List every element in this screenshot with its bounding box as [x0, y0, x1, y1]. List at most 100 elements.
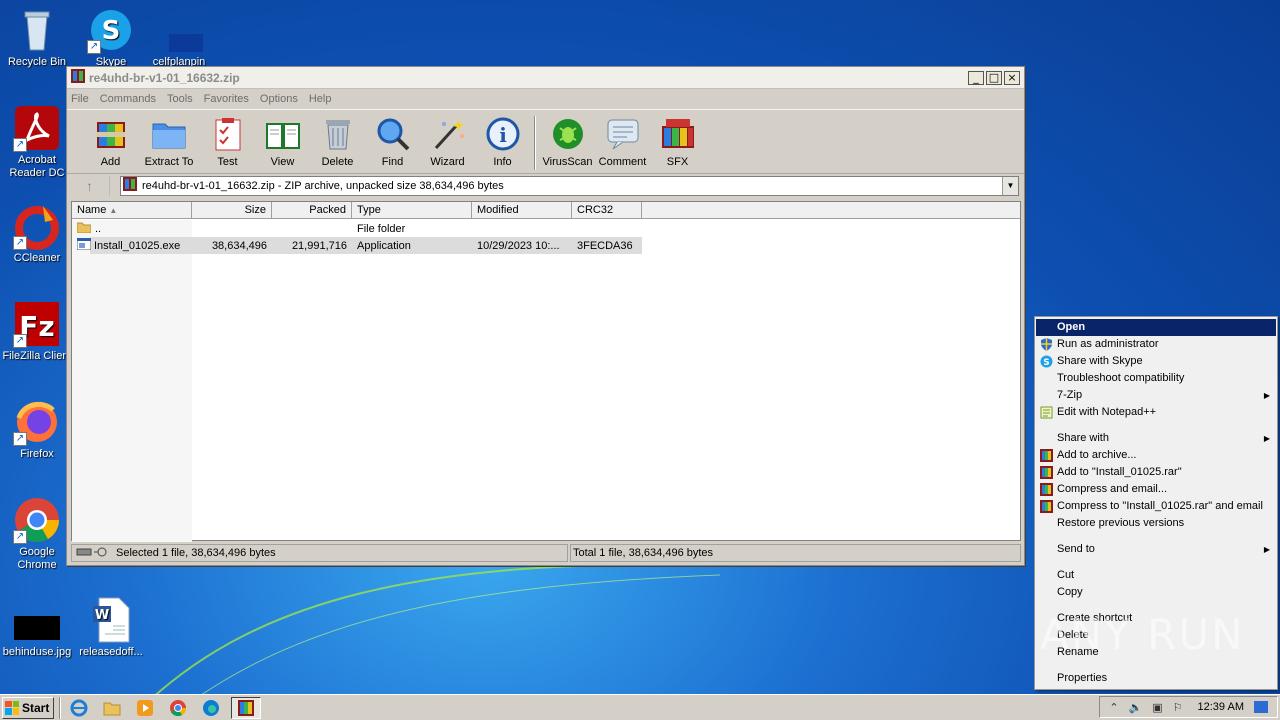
desktop-icon-releasedoff[interactable]: W releasedoff...: [74, 596, 148, 659]
path-combobox[interactable]: re4uhd-br-v1-01_16632.zip - ZIP archive,…: [120, 175, 1019, 196]
column-header-size[interactable]: Size: [192, 202, 272, 218]
ie-icon[interactable]: [66, 697, 92, 719]
firefox-icon: ↗: [13, 398, 61, 446]
chrome-icon: ↗: [13, 496, 61, 544]
winrar-small-icon: [1040, 500, 1053, 513]
svg-text:i: i: [499, 123, 507, 147]
menu-bar: File Commands Tools Favorites Options He…: [67, 89, 1024, 109]
minimize-button[interactable]: _: [968, 70, 984, 85]
explorer-icon[interactable]: [99, 697, 125, 719]
desktop-icon-ccleaner[interactable]: ↗ CCleaner: [0, 202, 74, 265]
desktop-icon-chrome[interactable]: ↗ Google Chrome: [0, 496, 74, 572]
menu-item-send-to[interactable]: Send to ▶: [1036, 541, 1276, 558]
virusscan-button[interactable]: VirusScan: [540, 116, 595, 168]
menu-item-share-with-skype[interactable]: S Share with Skype: [1036, 353, 1276, 370]
winrar-taskbar-icon[interactable]: [231, 696, 261, 719]
desktop-icon-skype[interactable]: S ↗ Skype: [74, 6, 148, 69]
toolbar-separator: [534, 116, 536, 170]
column-header-modified[interactable]: Modified: [472, 202, 572, 218]
comment-icon: [605, 116, 641, 152]
menu-item-edit-notepadpp[interactable]: Edit with Notepad++: [1036, 404, 1276, 421]
comment-button[interactable]: Comment: [595, 116, 650, 168]
flag-icon[interactable]: ⚐: [1173, 701, 1183, 714]
menu-help[interactable]: Help: [309, 93, 332, 105]
table-row-selected[interactable]: Install_01025.exe 38,634,496 21,991,716 …: [72, 237, 1020, 254]
menu-item-copy[interactable]: Copy: [1036, 584, 1276, 601]
desktop-icon-recycle-bin[interactable]: Recycle Bin: [0, 6, 74, 69]
desktop-icon-celfplanpin[interactable]: celfplanpin: [142, 6, 216, 69]
desktop-icon-firefox[interactable]: ↗ Firefox: [0, 398, 74, 461]
menu-item-run-as-admin[interactable]: Run as administrator: [1036, 336, 1276, 353]
file-list-body: .. File folder Install_01025.exe 38,634,…: [72, 220, 1020, 542]
window-titlebar[interactable]: re4uhd-br-v1-01_16632.zip _ □ ×: [67, 67, 1024, 89]
menu-item-compress-email[interactable]: Compress and email...: [1036, 481, 1276, 498]
menu-file[interactable]: File: [71, 93, 89, 105]
windows-flag-icon: [5, 700, 19, 715]
menu-item-compress-to-rar-email[interactable]: Compress to "Install_01025.rar" and emai…: [1036, 498, 1276, 515]
wizard-button[interactable]: Wizard: [420, 116, 475, 168]
notepadpp-icon: [1040, 406, 1053, 419]
column-header-crc32[interactable]: CRC32: [572, 202, 642, 218]
table-row[interactable]: .. File folder: [72, 220, 1020, 237]
desktop-icon-label: releasedoff...: [79, 646, 143, 658]
chevron-up-icon[interactable]: ⌃: [1109, 701, 1118, 714]
chevron-right-icon: ▶: [1263, 391, 1270, 400]
delete-button[interactable]: Delete: [310, 116, 365, 168]
desktop-icon-behinduse[interactable]: behinduse.jpg: [0, 604, 74, 659]
file-type: File folder: [357, 222, 406, 235]
menu-favorites[interactable]: Favorites: [204, 93, 249, 105]
menu-options[interactable]: Options: [260, 93, 298, 105]
folder-icon: [76, 221, 92, 236]
menu-tools[interactable]: Tools: [167, 93, 193, 105]
menu-commands[interactable]: Commands: [100, 93, 156, 105]
volume-icon[interactable]: 🔈: [1129, 701, 1143, 714]
svg-text:S: S: [102, 16, 121, 46]
up-arrow-icon[interactable]: ↑: [70, 175, 110, 196]
menu-item-cut[interactable]: Cut: [1036, 567, 1276, 584]
find-button[interactable]: Find: [365, 116, 420, 168]
test-button[interactable]: Test: [200, 116, 255, 168]
file-packed: 21,991,716: [291, 239, 347, 252]
media-player-icon[interactable]: [132, 697, 158, 719]
column-header-packed[interactable]: Packed: [272, 202, 352, 218]
info-button[interactable]: i Info: [475, 116, 530, 168]
menu-item-troubleshoot[interactable]: Troubleshoot compatibility: [1036, 370, 1276, 387]
find-magnifier-icon: [375, 116, 411, 152]
start-button[interactable]: Start: [2, 696, 54, 719]
extract-to-button[interactable]: Extract To: [138, 116, 200, 168]
taskbar-separator: [59, 696, 61, 719]
maximize-button[interactable]: □: [986, 70, 1002, 85]
winrar-window: re4uhd-br-v1-01_16632.zip _ □ × File Com…: [66, 66, 1025, 566]
desktop-icon-label: Recycle Bin: [7, 56, 67, 68]
file-name: ..: [95, 222, 102, 235]
show-desktop-icon[interactable]: [1254, 701, 1268, 713]
sfx-button[interactable]: SFX: [650, 116, 705, 168]
chevron-down-icon[interactable]: ▼: [1002, 176, 1018, 195]
menu-item-properties[interactable]: Properties: [1036, 670, 1276, 687]
menu-item-7zip[interactable]: 7-Zip ▶: [1036, 387, 1276, 404]
chrome-taskbar-icon[interactable]: [165, 697, 191, 719]
view-book-icon: [265, 116, 301, 152]
file-icon: [155, 6, 209, 54]
menu-item-add-to-archive[interactable]: Add to archive...: [1036, 447, 1276, 464]
clock[interactable]: 12:39 AM: [1198, 701, 1244, 713]
menu-item-open[interactable]: Open: [1036, 319, 1276, 336]
word-doc-icon: W: [87, 596, 135, 644]
network-icon[interactable]: ▣: [1152, 701, 1162, 714]
view-button[interactable]: View: [255, 116, 310, 168]
desktop-icon-acrobat[interactable]: ↗ Acrobat Reader DC: [0, 104, 74, 180]
add-button[interactable]: Add: [83, 116, 138, 168]
delete-label: Delete: [321, 156, 354, 168]
column-header-name[interactable]: Name ▲: [72, 202, 192, 218]
desktop-icon-filezilla[interactable]: Fz ↗ FileZilla Client: [0, 300, 74, 363]
sfx-label: SFX: [666, 156, 689, 168]
menu-item-add-to-rar[interactable]: Add to "Install_01025.rar": [1036, 464, 1276, 481]
file-size: 38,634,496: [211, 239, 267, 252]
menu-item-share-with[interactable]: Share with ▶: [1036, 430, 1276, 447]
find-label: Find: [381, 156, 404, 168]
edge-icon[interactable]: [198, 697, 224, 719]
menu-item-restore-versions[interactable]: Restore previous versions: [1036, 515, 1276, 532]
close-button[interactable]: ×: [1004, 70, 1020, 85]
sfx-books-icon: [660, 116, 696, 152]
column-header-type[interactable]: Type: [352, 202, 472, 218]
